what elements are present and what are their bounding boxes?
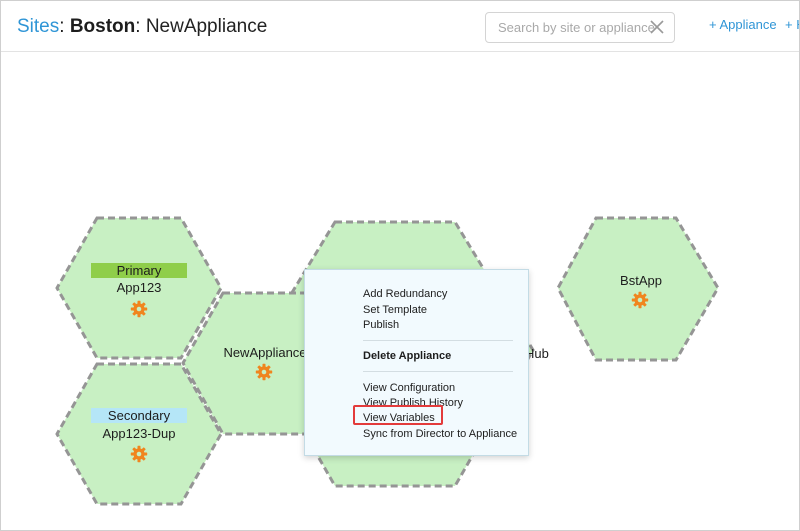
menu-divider	[363, 371, 513, 372]
menu-item-sync-from-director[interactable]: Sync from Director to Appliance	[363, 428, 517, 441]
menu-item-set-template[interactable]: Set Template	[363, 304, 427, 317]
menu-item-publish[interactable]: Publish	[363, 319, 399, 332]
menu-divider	[363, 340, 513, 341]
add-hub-link[interactable]: + H	[785, 17, 799, 32]
search-box	[485, 12, 675, 43]
search-input[interactable]	[486, 13, 658, 42]
breadcrumb: Sites: Boston: NewAppliance	[17, 16, 267, 38]
secondary-badge: Secondary	[91, 408, 187, 423]
node-app123-label[interactable]: App123	[89, 280, 189, 295]
breadcrumb-sites-link[interactable]: Sites	[17, 16, 59, 37]
node-bstapp-label[interactable]: BstApp	[591, 273, 691, 288]
menu-item-delete-appliance[interactable]: Delete Appliance	[363, 350, 451, 363]
add-appliance-link[interactable]: + Appliance	[709, 17, 777, 32]
gear-icon[interactable]	[130, 300, 148, 318]
menu-item-view-configuration[interactable]: View Configuration	[363, 382, 455, 395]
app-window: Sites: Boston: NewAppliance + Appliance …	[0, 0, 800, 531]
breadcrumb-site[interactable]: Boston	[70, 16, 135, 37]
breadcrumb-separator: :	[135, 16, 146, 37]
close-icon[interactable]	[648, 18, 666, 36]
node-app123dup-label[interactable]: App123-Dup	[89, 426, 189, 441]
context-menu: Add Redundancy Set Template Publish Dele…	[304, 269, 529, 456]
breadcrumb-separator: :	[59, 16, 70, 37]
breadcrumb-appliance: NewAppliance	[145, 16, 268, 37]
gear-icon[interactable]	[631, 291, 649, 309]
page-header: Sites: Boston: NewAppliance + Appliance …	[1, 1, 799, 52]
primary-badge: Primary	[91, 263, 187, 278]
gear-icon[interactable]	[255, 363, 273, 381]
highlight-box	[353, 405, 443, 425]
gear-icon[interactable]	[130, 445, 148, 463]
node-bstapp-hex	[556, 216, 720, 362]
menu-item-add-redundancy[interactable]: Add Redundancy	[363, 288, 447, 301]
